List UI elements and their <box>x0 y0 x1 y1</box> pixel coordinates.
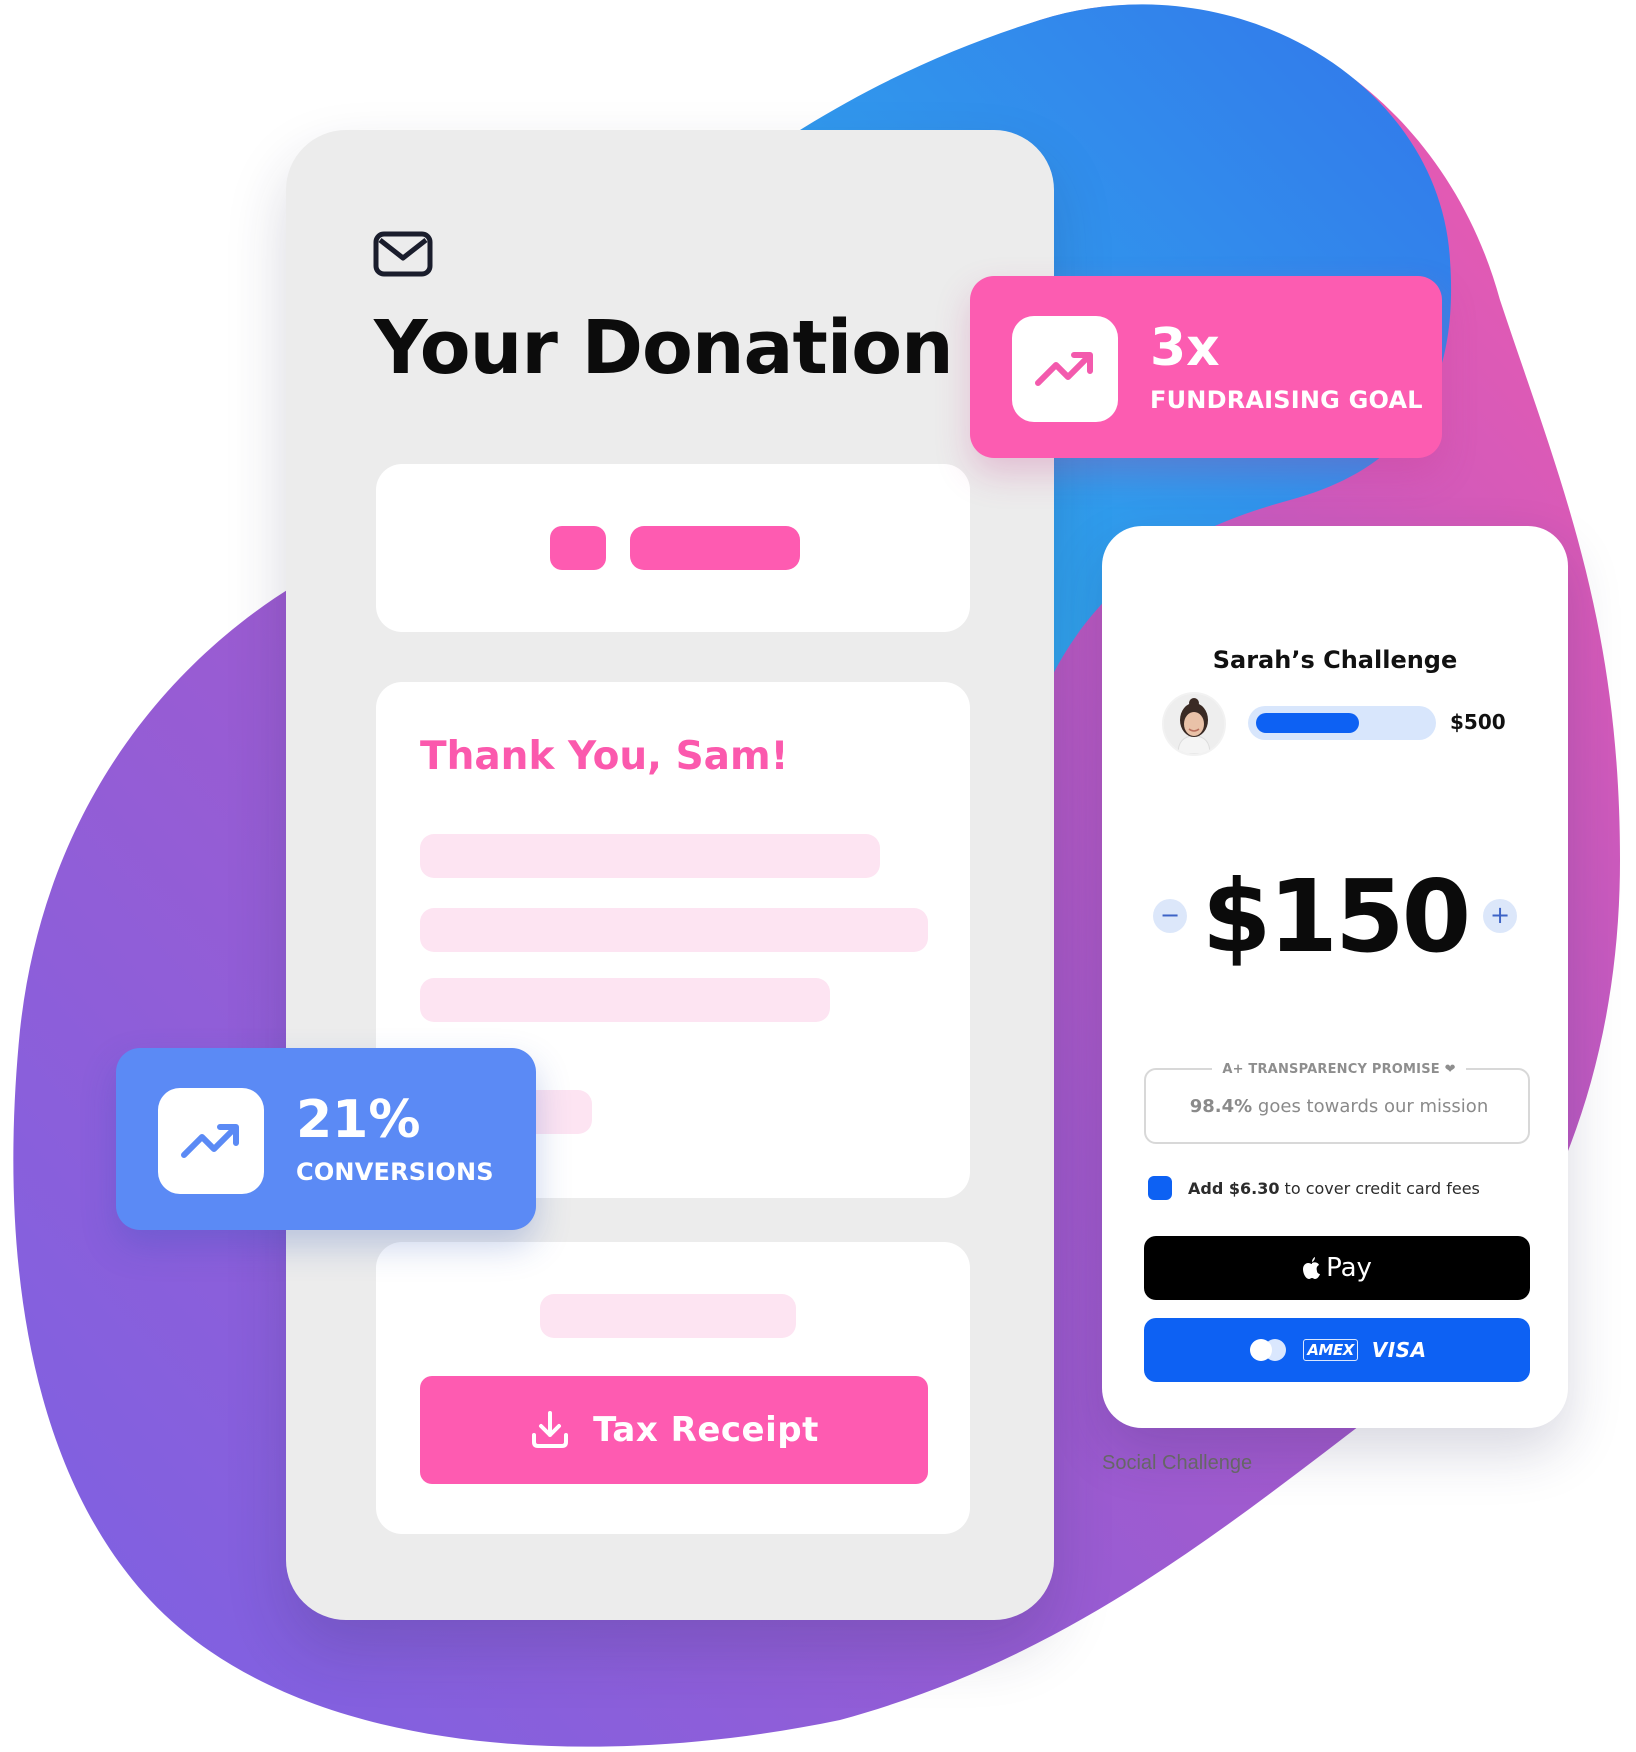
amex-logo: AMEX <box>1303 1339 1358 1361</box>
fee-rest: to cover credit card fees <box>1279 1179 1480 1198</box>
goal-label: FUNDRAISING GOAL <box>1150 386 1423 414</box>
thank-you-heading: Thank You, Sam! <box>420 734 789 779</box>
text-placeholder-line <box>540 1294 796 1338</box>
page-title: Your Donation <box>374 305 954 391</box>
tax-receipt-button[interactable]: Tax Receipt <box>420 1376 928 1484</box>
avatar <box>1164 694 1224 754</box>
cover-fees-checkbox[interactable] <box>1148 1176 1172 1200</box>
amount-panel <box>376 464 970 632</box>
goal-value: 3x <box>1150 318 1220 378</box>
challenge-progress-bar <box>1248 706 1436 740</box>
apple-logo-icon <box>1303 1257 1321 1279</box>
tax-receipt-label: Tax Receipt <box>593 1410 819 1450</box>
stat-icon-box <box>1012 316 1118 422</box>
apple-pay-button[interactable]: Pay <box>1144 1236 1530 1300</box>
text-placeholder-line <box>420 978 830 1022</box>
progress-fill <box>1256 713 1359 733</box>
placeholder-pill <box>630 526 800 570</box>
mastercard-logo-icon <box>1250 1339 1287 1361</box>
cover-fees-label: Add $6.30 to cover credit card fees <box>1188 1179 1480 1198</box>
placeholder-pill <box>550 526 606 570</box>
fundraising-goal-badge: 3x FUNDRAISING GOAL <box>970 276 1442 458</box>
increase-amount-button[interactable]: + <box>1483 899 1517 933</box>
promise-percent: 98.4% <box>1189 1096 1253 1117</box>
transparency-promise: A+ TRANSPARENCY PROMISE ❤ 98.4% goes tow… <box>1144 1062 1532 1144</box>
challenge-title: Sarah’s Challenge <box>1212 646 1458 674</box>
apple-pay-label: Pay <box>1326 1253 1372 1283</box>
avatar-photo <box>1164 694 1224 754</box>
text-placeholder-line <box>420 834 880 878</box>
challenge-goal: $500 <box>1450 710 1506 734</box>
conversions-label: CONVERSIONS <box>296 1158 494 1186</box>
donation-card: Your Donation Thank You, Sam! Tax Receip… <box>286 130 1054 1620</box>
download-icon <box>532 1411 569 1448</box>
stat-icon-box <box>158 1088 264 1194</box>
card-pay-button[interactable]: AMEX VISA <box>1144 1318 1530 1382</box>
challenge-card: Sarah’s Challenge $500 − $150 + A+ TRANS… <box>1102 526 1568 1428</box>
promise-text: 98.4% goes towards our mission <box>1146 1096 1532 1117</box>
promise-title: A+ TRANSPARENCY PROMISE ❤ <box>1212 1062 1466 1077</box>
promise-title-wrap: A+ TRANSPARENCY PROMISE ❤ <box>1146 1058 1532 1077</box>
fee-amount: Add $6.30 <box>1188 1179 1280 1198</box>
text-placeholder-line <box>420 908 928 952</box>
conversions-badge: 21% CONVERSIONS <box>116 1048 536 1230</box>
receipt-panel: Tax Receipt <box>376 1242 970 1534</box>
visa-logo: VISA <box>1371 1338 1427 1362</box>
social-challenge-caption: Social Challenge <box>1102 1452 1253 1474</box>
trending-up-icon <box>1035 352 1093 386</box>
promise-rest: goes towards our mission <box>1252 1096 1489 1117</box>
trending-up-icon <box>181 1124 239 1158</box>
mail-icon <box>373 231 433 277</box>
conversions-value: 21% <box>296 1090 421 1150</box>
